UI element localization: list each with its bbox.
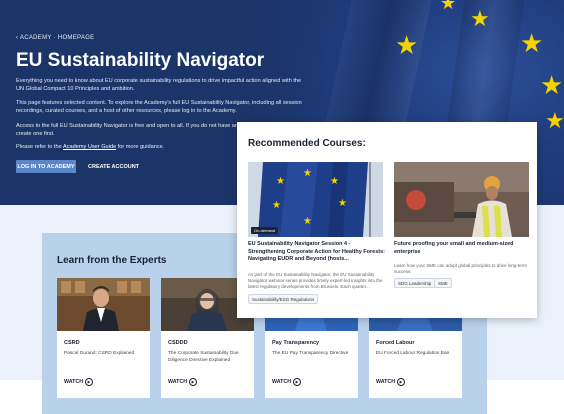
star-icon: ★: [545, 108, 564, 133]
course-title[interactable]: EU Sustainability Navigator Session 4 - …: [248, 241, 386, 264]
play-icon: ▶: [397, 378, 406, 386]
card-title: Forced Labour: [376, 340, 415, 346]
features-paragraph: This page features selected content. To …: [16, 100, 302, 114]
login-button[interactable]: LOG IN TO ACADEMY: [16, 160, 76, 173]
play-icon: ▶: [85, 378, 94, 386]
star-icon: ★: [395, 30, 419, 60]
watch-label: WATCH: [272, 379, 292, 385]
watch-button[interactable]: WATCH ▶: [168, 378, 198, 386]
course-thumbnail[interactable]: ★ ★ ★ ★ ★ ★ On-demand: [248, 162, 383, 237]
recommended-courses-panel: Recommended Courses: ★ ★ ★ ★ ★ ★ On-dema…: [237, 122, 537, 318]
watch-button[interactable]: WATCH ▶: [376, 378, 406, 386]
watch-label: WATCH: [376, 379, 396, 385]
intro-paragraph: Everything you need to know about EU cor…: [16, 78, 302, 92]
watch-button[interactable]: WATCH ▶: [272, 378, 302, 386]
svg-text:★: ★: [272, 200, 281, 211]
guide-suffix: for more guidance.: [116, 144, 165, 150]
course-description: Learn how your SME can adopt global prin…: [394, 263, 527, 274]
expert-card-csrd[interactable]: CSRD Pascal Durand: CSRD Explained WATCH…: [57, 278, 150, 398]
star-icon: ★: [520, 28, 544, 58]
guide-prefix: Please refer to the: [16, 144, 63, 150]
expert-video-thumbnail[interactable]: [57, 278, 150, 331]
svg-text:★: ★: [276, 176, 285, 187]
play-icon: ▶: [189, 378, 198, 386]
course-tag[interactable]: SDG Leadership: [394, 278, 436, 288]
create-account-button[interactable]: CREATE ACCOUNT: [88, 160, 139, 173]
star-icon: ★: [440, 0, 457, 13]
star-icon: ★: [540, 70, 564, 100]
card-subtitle: EU Forced Labour Regulation Ban: [376, 351, 450, 356]
page-title: EU Sustainability Navigator: [16, 50, 265, 71]
card-title: CSRD: [64, 340, 80, 346]
course-description: As part of the EU Sustainability Navigat…: [248, 272, 383, 289]
user-guide-link[interactable]: Academy User Guide: [63, 144, 116, 150]
svg-text:★: ★: [303, 168, 312, 179]
breadcrumb[interactable]: ‹ ACADEMY · HOMEPAGE: [16, 35, 94, 41]
play-icon: ▶: [293, 378, 302, 386]
watch-label: WATCH: [64, 379, 84, 385]
card-subtitle: Pascal Durand: CSRD Explained: [64, 351, 135, 356]
experts-title: Learn from the Experts: [57, 255, 167, 266]
card-subtitle: The EU Pay Transparency Directive: [272, 351, 349, 356]
course-title[interactable]: Future proofing your small and medium-si…: [394, 241, 532, 256]
watch-label: WATCH: [168, 379, 188, 385]
course-tag[interactable]: Sustainability/ESG Regulations: [248, 294, 319, 304]
card-subtitle: The Corporate Sustainability Due Diligen…: [168, 351, 239, 363]
svg-text:★: ★: [338, 198, 347, 209]
on-demand-badge: On-demand: [251, 227, 279, 234]
card-title: CSDDD: [168, 340, 188, 346]
recommended-title: Recommended Courses:: [248, 138, 366, 149]
course-tag[interactable]: SME: [434, 278, 452, 288]
star-icon: ★: [470, 6, 490, 31]
card-title: Pay Transparency: [272, 340, 320, 346]
watch-button[interactable]: WATCH ▶: [64, 378, 94, 386]
course-thumbnail[interactable]: [394, 162, 529, 237]
svg-text:★: ★: [303, 216, 312, 227]
svg-text:★: ★: [330, 176, 339, 187]
